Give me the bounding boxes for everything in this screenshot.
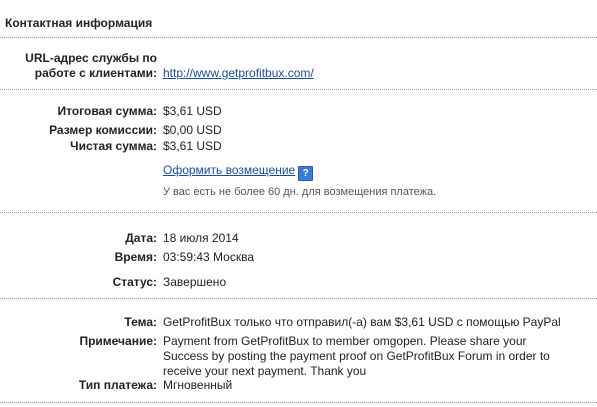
refund-row: Оформить возмещение?: [163, 163, 314, 181]
contact-divider: [0, 89, 597, 90]
note-line-1: Payment from GetProfitBux to member omgo…: [163, 334, 527, 348]
time-value: 03:59:43 Москва: [163, 250, 255, 264]
status-value: Завершено: [163, 275, 227, 289]
payment-type-label: Тип платежа:: [78, 378, 157, 392]
customer-service-url-link[interactable]: http://www.getprofitbux.com/: [163, 66, 314, 81]
note-label: Примечание:: [79, 334, 157, 348]
fee-amount-label: Размер комиссии:: [49, 123, 157, 137]
section-title: Контактная информация: [5, 16, 153, 30]
section-header: Контактная информация: [0, 0, 597, 37]
total-amount-label: Итоговая сумма:: [57, 104, 157, 118]
net-amount-label: Чистая сумма:: [70, 139, 157, 153]
net-amount-value: $3,61 USD: [163, 139, 222, 153]
header-divider: [0, 37, 597, 38]
bottom-divider: [0, 402, 597, 403]
question-mark-icon[interactable]: ?: [298, 166, 314, 181]
customer-service-url-label-line2: работе с клиентами:: [34, 66, 157, 80]
amounts-divider: [0, 212, 597, 213]
status-label: Статус:: [112, 275, 157, 289]
date-label: Дата:: [125, 231, 157, 245]
refund-note: У вас есть не более 60 дн. для возмещени…: [163, 186, 437, 198]
time-label: Время:: [114, 250, 157, 264]
note-line-3: receive your next payment. Thank you: [163, 364, 367, 378]
status-divider: [0, 298, 597, 299]
date-value: 18 июля 2014: [163, 231, 239, 245]
total-amount-value: $3,61 USD: [163, 104, 222, 118]
payment-type-value: Мгновенный: [163, 378, 233, 392]
subject-label: Тема:: [124, 315, 157, 329]
fee-amount-value: $0,00 USD: [163, 123, 222, 137]
note-line-2: Success by posting the payment proof on …: [163, 349, 550, 363]
refund-link[interactable]: Оформить возмещение: [163, 163, 295, 177]
customer-service-url-label-line1: URL-адрес службы по: [25, 51, 157, 65]
subject-value: GetProfitBux только что отправил(-а) вам…: [163, 315, 561, 329]
